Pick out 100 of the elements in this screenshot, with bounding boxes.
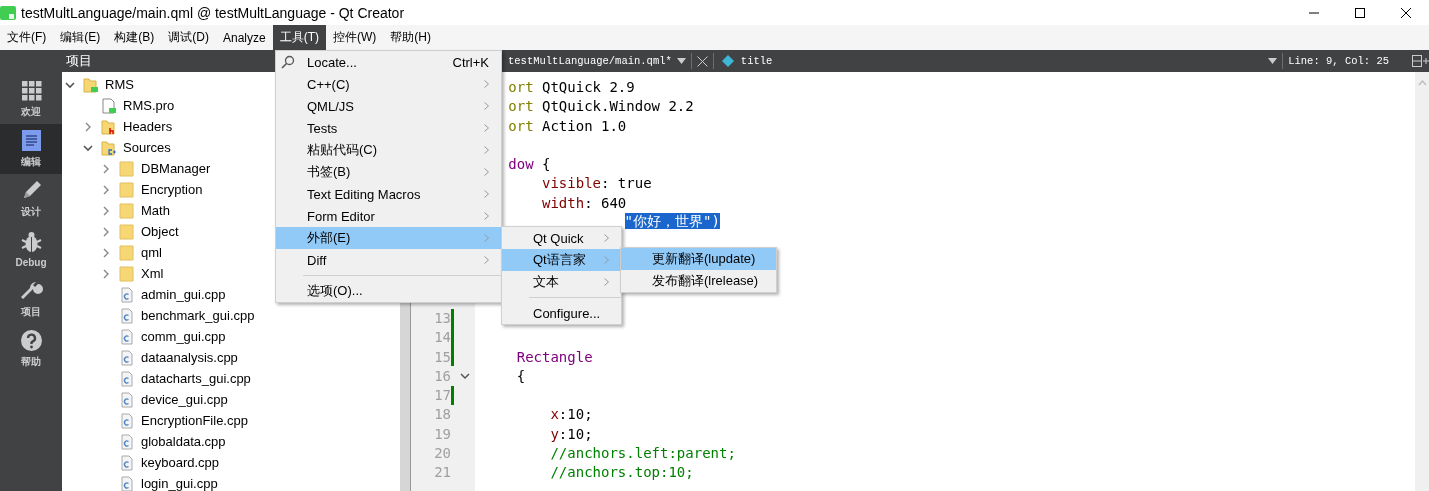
folder-icon [101,139,117,156]
folder-icon [83,76,99,93]
wrench-icon [19,279,43,302]
mode-button[interactable]: 帮助 [0,324,62,374]
line-number: 14 [433,329,451,346]
line-number: 16 [433,367,451,384]
close-icon [1400,6,1412,19]
shortcut-text: Ctrl+K [452,54,489,70]
window-title: testMultLanguage/main.qml @ testMultLanguage - Qt Creator [21,4,405,21]
tree-item[interactable]: dataanalysis.cpp [62,347,400,368]
chevron-right-icon [484,124,489,132]
code-line: y:10; [549,425,593,442]
menu-option[interactable]: Qt Quick [502,227,621,249]
code-line: ort QtQuick 2.9 [508,79,635,96]
folder-icon [101,118,117,135]
chevron-right-icon [604,278,609,286]
file-icon [119,286,135,303]
chevron-right-icon [484,146,489,154]
tree-item[interactable]: login_gui.cpp [62,473,400,491]
tree-item[interactable]: benchmark_gui.cpp [62,305,400,326]
menu-option[interactable]: Tests [276,117,501,139]
code-line: ort QtQuick.Window 2.2 [508,98,694,115]
tree-item[interactable]: globaldata.cpp [62,431,400,452]
chevron-down-icon[interactable] [459,370,470,381]
menu-option[interactable]: Configure... [502,302,621,324]
menu-item[interactable]: 帮助(H) [383,25,439,50]
tree-item[interactable]: keyboard.cpp [62,452,400,473]
diamond-icon [721,55,734,67]
code-line: //anchors.top:10; [549,464,694,481]
code-line: Rectangle [515,348,593,365]
tree-item[interactable]: comm_gui.cpp [62,326,400,347]
folder-icon [119,181,135,198]
mode-button[interactable]: 欢迎 [0,74,62,124]
line-number: 19 [433,425,451,442]
menu-option[interactable]: 发布翻译(lrelease) [621,270,776,292]
chevron-right-icon [484,212,489,220]
dropdown-icon [676,58,686,64]
code-line: //anchors.left:parent; [549,444,736,461]
menu-option[interactable]: 外部(E) [276,227,501,249]
split-icon [1412,54,1429,68]
menu-option[interactable]: Diff [276,249,501,271]
menu-option[interactable]: 文本 [502,271,621,293]
file-icon [119,328,135,345]
code-line: { [515,367,526,384]
line-number: 18 [433,406,451,423]
chevron-right-icon [484,102,489,110]
chevron-right-icon [604,234,609,242]
tree-item[interactable]: device_gui.cpp [62,389,400,410]
chevron-right-icon [484,80,489,88]
folder-icon [119,223,135,240]
code-line: width: 640 [541,194,627,211]
file-icon [101,97,117,114]
code-line: visible: true [541,175,652,192]
file-icon [119,412,135,429]
code-line: dow { [508,156,551,173]
search-icon [281,55,295,69]
menu-option[interactable]: C++(C) [276,73,501,95]
mode-button[interactable]: 编辑 [0,124,62,174]
menu-option[interactable]: Qt语言家 [502,249,621,271]
menu-option[interactable]: Form Editor [276,205,501,227]
menu-option[interactable]: 书签(B) [276,161,501,183]
menu-item[interactable]: 构建(B) [107,25,162,50]
mode-button[interactable]: 设计 [0,174,62,224]
code-line: x:10; [549,406,593,423]
file-icon [119,370,135,387]
help-icon [19,329,43,352]
file-icon [119,307,135,324]
menu-option[interactable]: 更新翻译(lupdate) [621,248,776,270]
file-tab[interactable]: testMultLanguage/main.qml* [508,55,672,67]
menu-option[interactable]: Text Editing Macros [276,183,501,205]
menu-item[interactable]: 编辑(E) [53,25,108,50]
code-line: ort Action 1.0 [508,117,627,134]
tree-item[interactable]: EncryptionFile.cpp [62,410,400,431]
chevron-up-icon [1417,80,1427,86]
menu-item[interactable]: 文件(F) [0,25,54,50]
chevron-right-icon [484,168,489,176]
dropdown-icon [1268,58,1278,64]
menu-option[interactable]: QML/JS [276,95,501,117]
menu-option[interactable]: 粘贴代码(C) [276,139,501,161]
line-number: 13 [433,310,451,327]
file-icon [119,391,135,408]
menu-item[interactable]: Analyze [216,25,273,50]
cursor-position: Line: 9, Col: 25 [1288,55,1389,67]
line-number: 21 [433,464,451,481]
file-icon [119,349,135,366]
line-number: 20 [433,444,451,461]
folder-icon [119,160,135,177]
menu-item[interactable]: 控件(W) [326,25,384,50]
menu-option[interactable]: 选项(O)... [276,280,501,302]
line-number: 15 [433,348,451,365]
menu-item[interactable]: 调试(D) [161,25,216,50]
mode-button[interactable]: 项目 [0,274,62,324]
tree-item[interactable]: datacharts_gui.cpp [62,368,400,389]
maximize-icon [1354,6,1366,19]
symbol-selector[interactable]: title [740,55,773,67]
bug-icon [19,230,43,254]
folder-icon [119,265,135,282]
mode-button[interactable]: Debug [0,224,62,274]
scrollbar[interactable] [1415,72,1429,491]
menu-item[interactable]: 工具(T) [272,25,327,50]
